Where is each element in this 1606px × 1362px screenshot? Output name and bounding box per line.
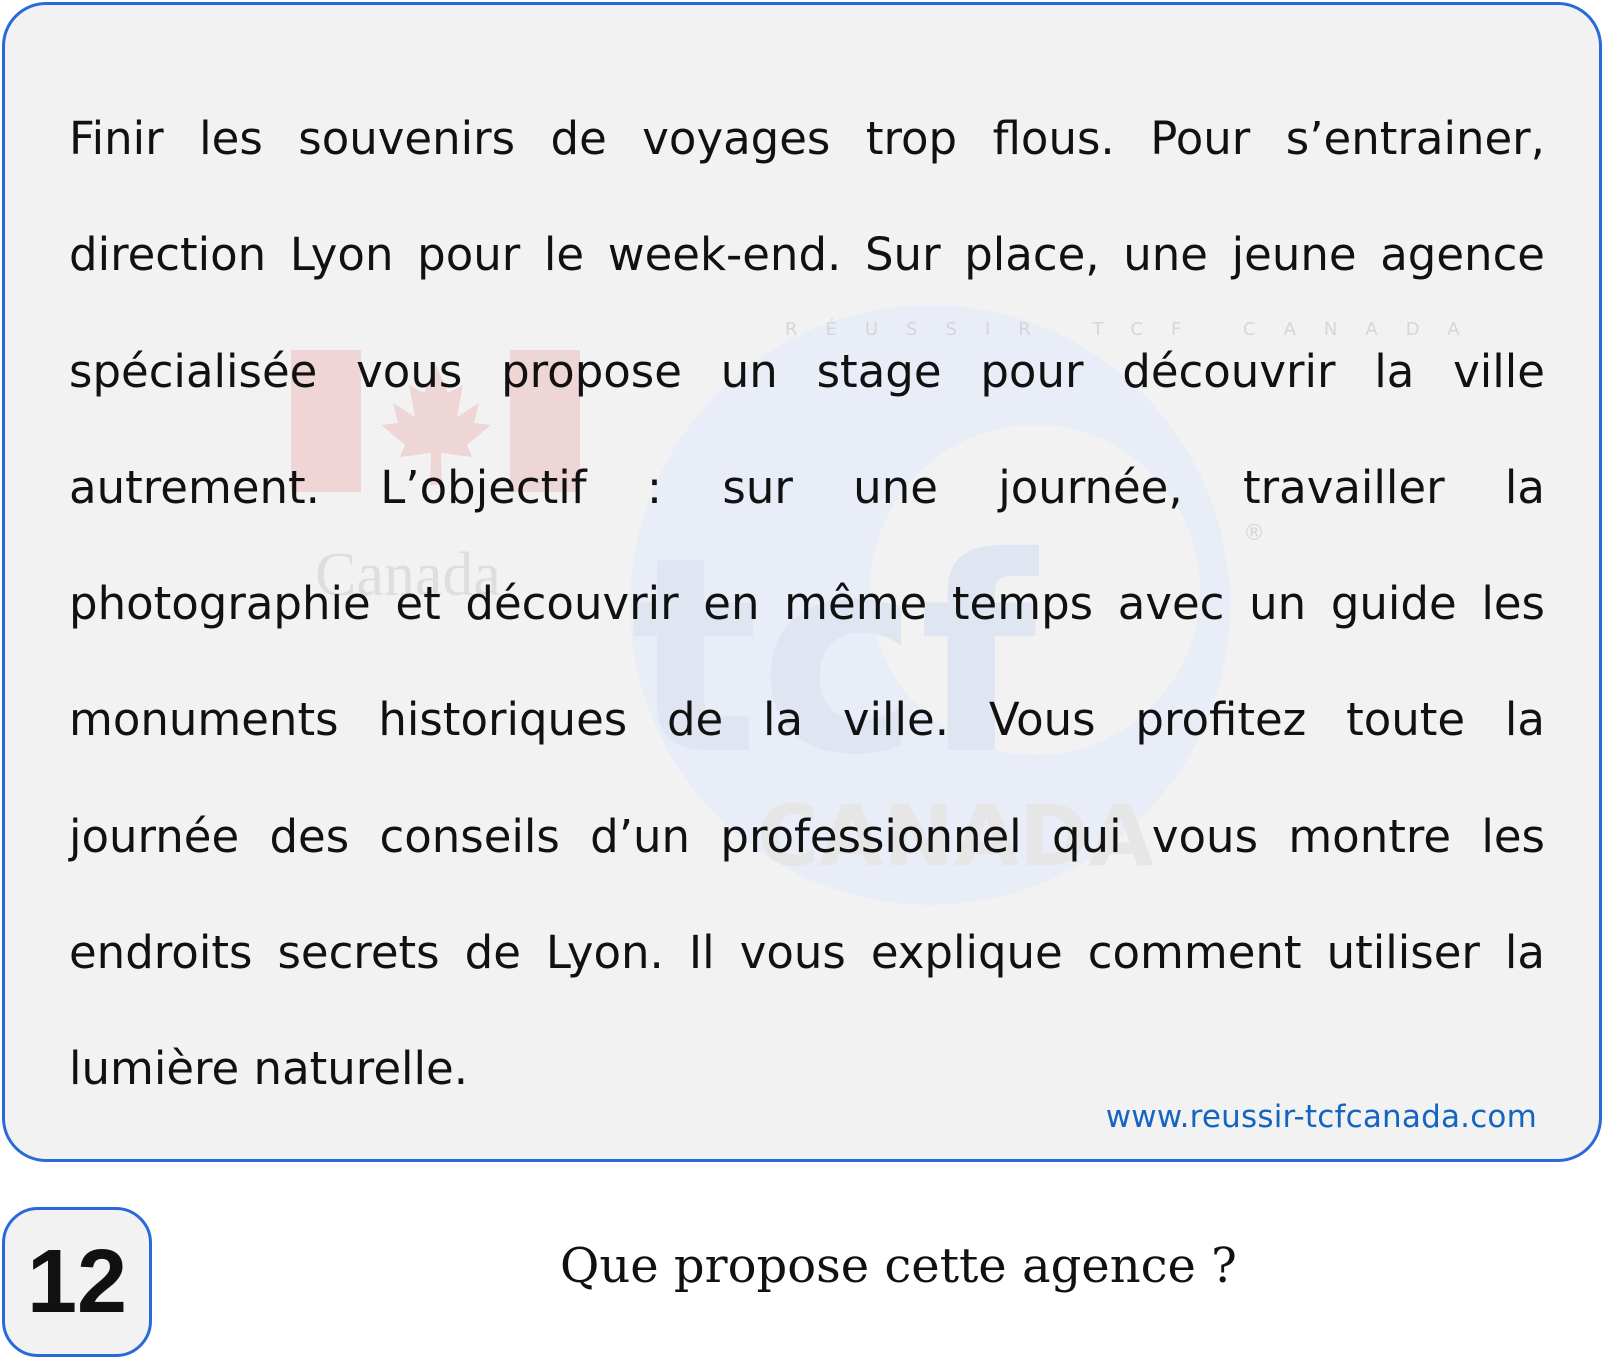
- question-text: Que propose cette agence ?: [560, 1238, 1237, 1294]
- passage-line: journée des conseils d’un professionnel …: [69, 809, 1545, 863]
- passage-line: photographie et découvrir en même temps …: [69, 577, 1545, 631]
- passage-line: endroits secrets de Lyon. Il vous expliq…: [69, 926, 1545, 980]
- question-number-badge: 12: [2, 1207, 152, 1357]
- passage-card: Canada tcf CANADA RÉUSSIR TCF CANADA ® F…: [2, 2, 1602, 1162]
- passage-line: monuments historiques de la ville. Vous …: [69, 693, 1545, 747]
- passage-line: direction Lyon pour le week-end. Sur pla…: [69, 228, 1545, 282]
- reading-passage: Finir les souvenirs de voyages trop flou…: [69, 81, 1545, 1128]
- passage-line: spécialisée vous propose un stage pour d…: [69, 344, 1545, 398]
- passage-line: autrement. L’objectif : sur une journée,…: [69, 460, 1545, 514]
- passage-line: Finir les souvenirs de voyages trop flou…: [69, 112, 1545, 165]
- website-link[interactable]: www.reussir-tcfcanada.com: [1106, 1099, 1537, 1135]
